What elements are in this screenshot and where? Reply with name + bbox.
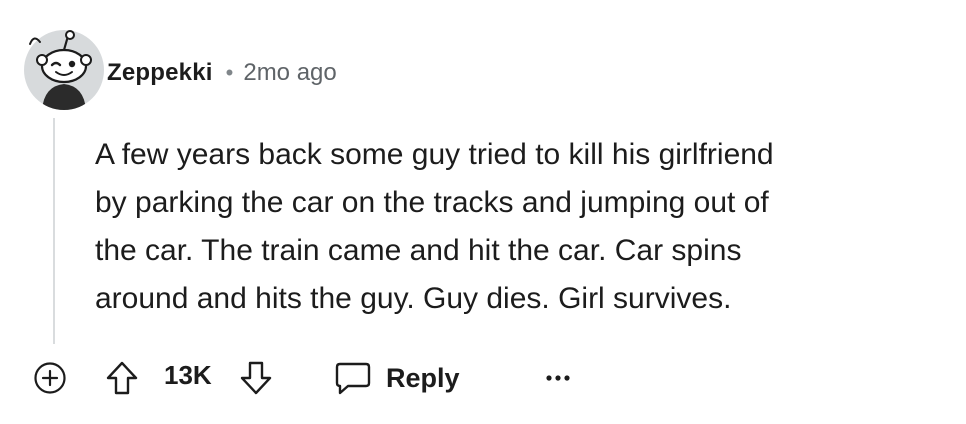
reply-button[interactable]: Reply (328, 355, 466, 401)
comment-body-line: the car. The train came and hit the car.… (95, 234, 742, 267)
speech-bubble-icon (334, 360, 372, 396)
comment-body: A few years back some guy tried to kill … (95, 131, 945, 323)
reply-label: Reply (386, 362, 460, 393)
downvote-button[interactable] (234, 356, 278, 400)
more-options-button[interactable] (536, 356, 580, 400)
ellipsis-icon (543, 373, 573, 383)
comment-meta: Zeppekki • 2mo ago (107, 56, 337, 90)
comment-timestamp[interactable]: 2mo ago (243, 59, 336, 87)
username-link[interactable]: Zeppekki (107, 59, 213, 87)
upvote-button[interactable] (100, 356, 144, 400)
comment-body-line: around and hits the guy. Guy dies. Girl … (95, 282, 732, 315)
comment-body-line: A few years back some guy tried to kill … (95, 138, 774, 171)
comment-body-line: by parking the car on the tracks and jum… (95, 186, 769, 219)
thread-line[interactable] (53, 118, 55, 344)
expand-thread-button[interactable] (28, 356, 72, 400)
snoo-avatar-icon[interactable] (24, 30, 104, 110)
arrow-up-icon (105, 360, 139, 396)
meta-separator: • (225, 60, 234, 85)
plus-circle-icon (33, 361, 67, 395)
comment-action-bar: 13K Reply (28, 352, 608, 402)
vote-score: 13K (164, 360, 212, 390)
arrow-down-icon (239, 360, 273, 396)
